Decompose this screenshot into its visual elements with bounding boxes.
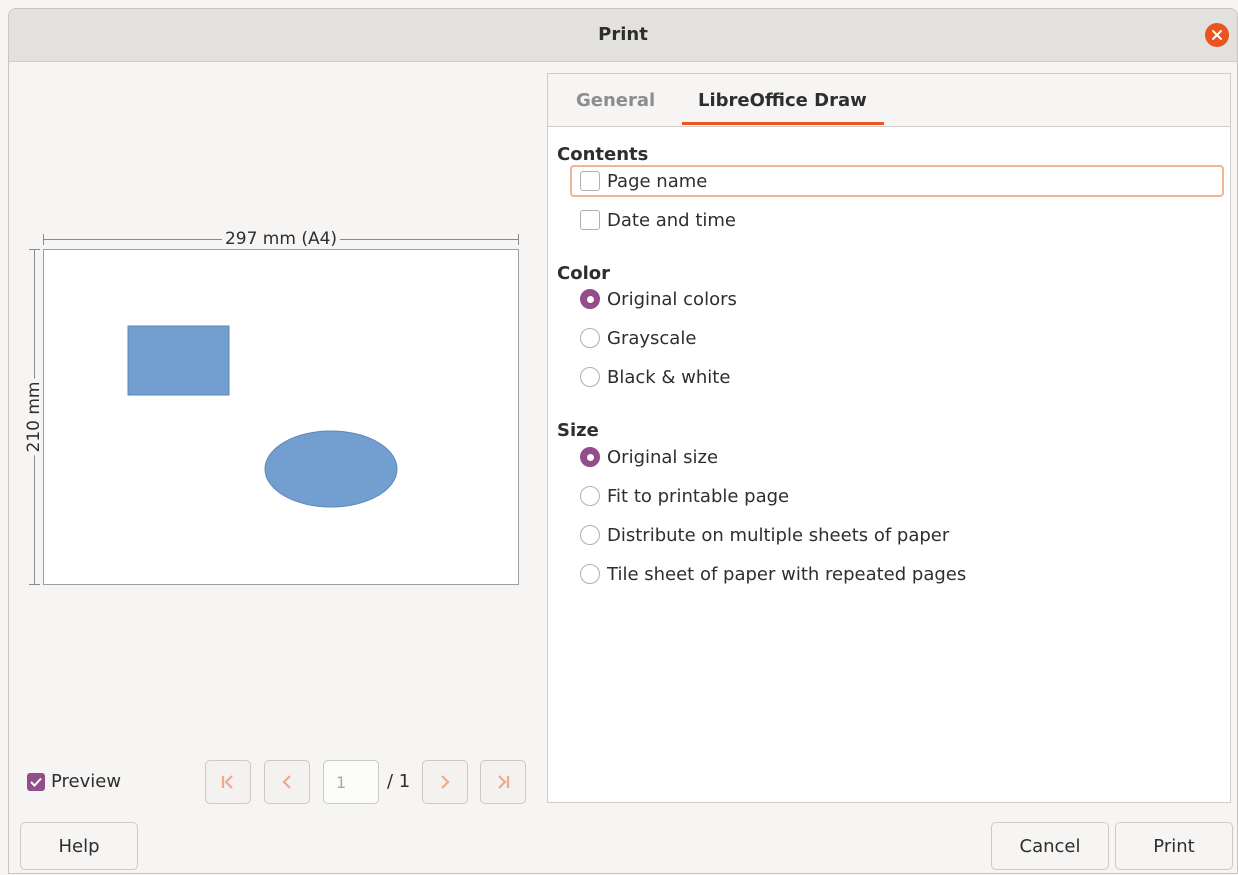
black-white-radio[interactable]: Black & white [580,364,730,390]
original-size-label: Original size [607,446,719,468]
preview-rectangle-shape [127,325,230,396]
next-page-button[interactable] [422,760,468,804]
close-icon [1212,30,1222,40]
distribute-sheets-radio-icon[interactable] [580,525,600,545]
first-page-button[interactable] [205,760,251,804]
close-button[interactable] [1205,23,1229,47]
page-total-label: / 1 [387,771,411,792]
tab-general[interactable]: General [576,90,655,111]
first-page-icon [221,775,233,789]
previous-page-button[interactable] [264,760,310,804]
width-label: 297 mm (A4) [221,229,341,249]
date-time-checkbox[interactable]: Date and time [580,207,736,233]
distribute-sheets-radio[interactable]: Distribute on multiple sheets of paper [580,522,949,548]
height-dimension: 210 mm [23,249,45,585]
preview-ellipse-shape [264,430,398,508]
preview-checkbox[interactable]: Preview [27,771,121,792]
page-name-check-icon[interactable] [580,171,600,191]
tile-sheet-radio-icon[interactable] [580,564,600,584]
page-name-label: Page name [607,170,708,192]
black-white-label: Black & white [607,366,731,388]
date-time-label: Date and time [607,209,736,231]
fit-page-radio-icon[interactable] [580,486,600,506]
fit-page-label: Fit to printable page [607,485,790,507]
width-dimension: 297 mm (A4) [43,229,519,251]
last-page-icon [498,775,510,789]
color-section-title: Color [557,263,610,284]
chevron-right-icon [441,775,450,789]
date-time-check-icon[interactable] [580,210,600,230]
title-bar: Print [9,9,1237,62]
height-label: 210 mm [24,378,44,456]
original-colors-radio[interactable]: Original colors [580,286,737,312]
grayscale-label: Grayscale [607,327,697,349]
grayscale-radio-icon[interactable] [580,328,600,348]
original-size-radio-icon[interactable] [580,447,600,467]
dialog-title: Print [598,24,648,45]
grayscale-radio[interactable]: Grayscale [580,325,696,351]
original-size-radio[interactable]: Original size [580,444,718,470]
cancel-button[interactable]: Cancel [991,822,1109,870]
preview-check-icon[interactable] [27,772,45,791]
tab-libreoffice-draw[interactable]: LibreOffice Draw [698,90,867,111]
print-button[interactable]: Print [1115,822,1233,870]
distribute-sheets-label: Distribute on multiple sheets of paper [607,524,950,546]
size-section-title: Size [557,420,599,441]
options-panel: General LibreOffice Draw Contents Page n… [547,73,1231,803]
fit-page-radio[interactable]: Fit to printable page [580,483,789,509]
preview-label: Preview [51,771,122,792]
black-white-radio-icon[interactable] [580,367,600,387]
help-button[interactable]: Help [20,822,138,870]
last-page-button[interactable] [480,760,526,804]
print-dialog: Print 297 mm (A4) 210 mm Preview 1 / 1 G… [8,8,1238,874]
tile-sheet-label: Tile sheet of paper with repeated pages [607,563,967,585]
chevron-left-icon [282,775,291,789]
tile-sheet-radio[interactable]: Tile sheet of paper with repeated pages [580,561,966,587]
original-colors-label: Original colors [607,288,737,310]
contents-section-title: Contents [557,144,649,165]
page-number-input[interactable]: 1 [323,760,379,804]
original-colors-radio-icon[interactable] [580,289,600,309]
tab-bar: General LibreOffice Draw [548,74,1230,127]
page-name-checkbox[interactable]: Page name [580,168,707,194]
active-tab-indicator [682,122,884,125]
page-preview [43,249,519,585]
